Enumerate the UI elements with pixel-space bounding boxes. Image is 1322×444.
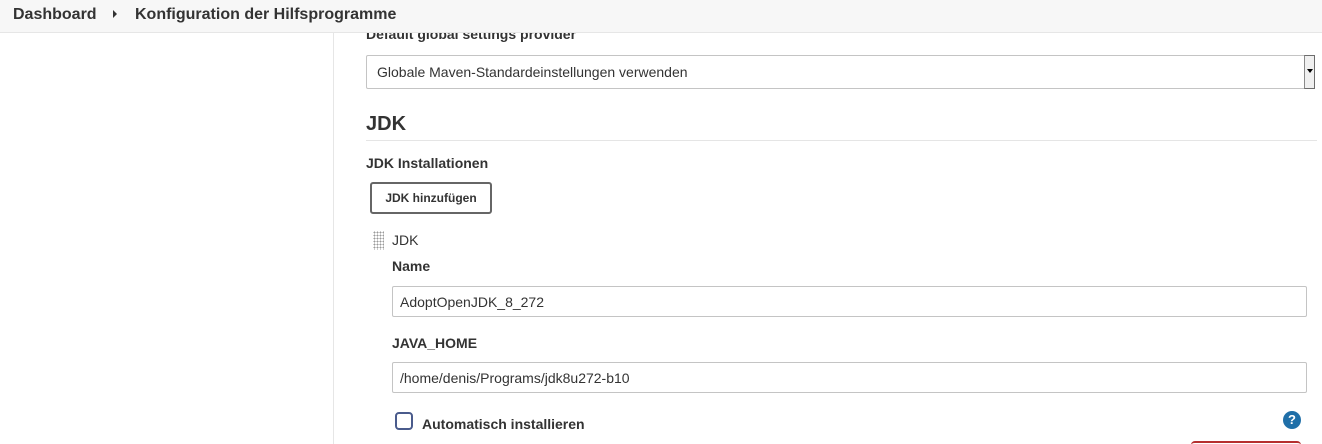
drag-handle-icon[interactable] <box>373 231 384 250</box>
auto-install-checkbox[interactable] <box>395 412 413 430</box>
side-panel <box>0 33 334 444</box>
jdk-installation-title: JDK <box>392 232 419 248</box>
breadcrumb-dashboard-link[interactable]: Dashboard <box>13 5 97 25</box>
jdk-installations-label: JDK Installationen <box>366 155 489 171</box>
breadcrumb-bar: Dashboard Konfiguration der Hilfsprogram… <box>0 0 1322 33</box>
global-settings-provider-label: Default global settings provider <box>366 33 577 42</box>
section-divider <box>366 140 1317 141</box>
chevron-down-icon <box>1307 69 1313 73</box>
select-value: Globale Maven-Standardeinstellungen verw… <box>377 64 688 80</box>
jdk-section-title: JDK <box>366 113 407 135</box>
add-jdk-button[interactable]: JDK hinzufügen <box>370 182 492 214</box>
chevron-right-icon[interactable] <box>113 10 117 18</box>
help-icon[interactable]: ? <box>1283 411 1301 429</box>
dropdown-button[interactable] <box>1304 55 1315 89</box>
global-settings-provider-select[interactable]: Globale Maven-Standardeinstellungen verw… <box>366 55 1315 89</box>
java-home-label: JAVA_HOME <box>392 335 478 351</box>
name-label: Name <box>392 258 431 274</box>
auto-install-label[interactable]: Automatisch installieren <box>422 416 585 432</box>
name-input[interactable] <box>392 286 1307 317</box>
main-panel: Default global settings provider Globale… <box>335 33 1322 444</box>
breadcrumb-current-page[interactable]: Konfiguration der Hilfsprogramme <box>135 5 396 25</box>
java-home-input[interactable] <box>392 362 1307 393</box>
